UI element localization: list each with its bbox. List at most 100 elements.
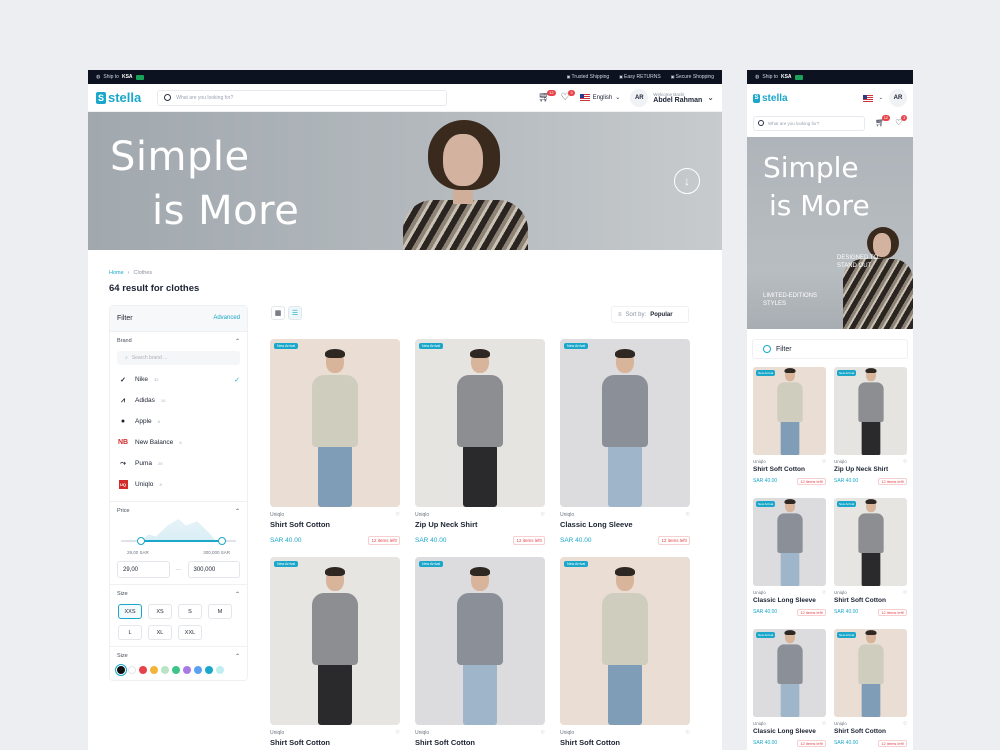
product-image[interactable]: New Arrival: [560, 339, 690, 507]
brand-option-puma[interactable]: ⤳ Puma 25: [117, 453, 240, 474]
language-selector[interactable]: English ⌄: [579, 94, 620, 101]
heart-icon[interactable]: ♡: [686, 512, 690, 518]
search-input[interactable]: What are you looking for?: [157, 89, 448, 106]
heart-icon[interactable]: ♡: [396, 730, 400, 736]
color-swatch[interactable]: [183, 666, 191, 674]
product-card[interactable]: New ArrivalUniqlo♡Shirt Soft CottonSAR 4…: [834, 629, 907, 750]
size-option[interactable]: XS: [148, 604, 172, 619]
brand-option-uniqlo[interactable]: UQ Uniqlo 8: [117, 474, 240, 495]
heart-icon[interactable]: ♡: [541, 512, 545, 518]
user-menu[interactable]: AR Welcome Back! Abdel Rahman ⌄: [630, 88, 714, 107]
product-card[interactable]: New ArrivalUniqlo♡Shirt Soft CottonSAR 4…: [415, 557, 545, 750]
heart-icon[interactable]: ♡: [903, 721, 907, 727]
product-name[interactable]: Zip Up Neck Shirt: [834, 466, 907, 473]
product-name[interactable]: Classic Long Sleeve: [753, 597, 826, 604]
size-option[interactable]: M: [208, 604, 232, 619]
product-card[interactable]: New Arrival Uniqlo ♡ Zip Up Neck Shirt SAR 4…: [834, 367, 907, 491]
logo[interactable]: S stella: [753, 93, 788, 104]
product-image[interactable]: New Arrival: [753, 367, 826, 455]
product-card[interactable]: New Arrival Uniqlo ♡ Zip Up Neck Shirt SAR 4…: [415, 339, 545, 547]
color-swatch[interactable]: [139, 666, 147, 674]
product-name[interactable]: Classic Long Sleeve: [560, 520, 690, 529]
product-name[interactable]: Classic Long Sleeve: [753, 728, 826, 735]
scroll-down-button[interactable]: ↓: [674, 168, 700, 194]
color-swatch[interactable]: [194, 666, 202, 674]
heart-icon[interactable]: ♡: [396, 512, 400, 518]
product-name[interactable]: Shirt Soft Cotton: [270, 520, 400, 529]
color-swatch[interactable]: [150, 666, 158, 674]
size-option[interactable]: XXL: [178, 625, 202, 640]
product-card[interactable]: New Arrival Uniqlo ♡ Classic Long Sleeve SAR…: [560, 339, 690, 547]
product-card[interactable]: New ArrivalUniqlo♡Shirt Soft CottonSAR 4…: [560, 557, 690, 750]
heart-icon[interactable]: ♡: [822, 459, 826, 465]
product-card[interactable]: New ArrivalUniqlo♡Shirt Soft CottonSAR 4…: [270, 557, 400, 750]
product-image[interactable]: New Arrival: [753, 498, 826, 586]
grid-view-icon[interactable]: ▦: [271, 306, 285, 320]
heart-icon[interactable]: ♡: [903, 459, 907, 465]
advanced-filter-link[interactable]: Advanced: [213, 315, 240, 322]
product-name[interactable]: Shirt Soft Cotton: [560, 738, 690, 747]
product-image[interactable]: New Arrival: [834, 367, 907, 455]
logo[interactable]: S stella: [96, 90, 141, 105]
product-image[interactable]: New Arrival: [834, 498, 907, 586]
mobile-filter-button[interactable]: Filter: [752, 339, 908, 359]
product-card[interactable]: New ArrivalUniqlo♡Shirt Soft CottonSAR 4…: [270, 339, 400, 547]
price-min-input[interactable]: 29,00: [117, 561, 170, 578]
product-name[interactable]: Shirt Soft Cotton: [415, 738, 545, 747]
heart-icon[interactable]: ♡: [822, 721, 826, 727]
avatar[interactable]: AR: [889, 89, 907, 107]
product-card[interactable]: New Arrival Uniqlo ♡ Classic Long Sleeve SAR…: [753, 629, 826, 750]
brand-option-adidas[interactable]: ⩘ Adidas 10: [117, 390, 240, 411]
product-name[interactable]: Shirt Soft Cotton: [270, 738, 400, 747]
product-card[interactable]: New ArrivalUniqlo♡Shirt Soft CottonSAR 4…: [753, 367, 826, 491]
size-option[interactable]: XL: [148, 625, 172, 640]
cart-icon[interactable]: 🛒︎ 12: [538, 89, 556, 103]
color-swatch[interactable]: [128, 666, 136, 674]
heart-icon[interactable]: ♡: [903, 590, 907, 596]
brand-option-new-balance[interactable]: NB New Balance 8: [117, 432, 240, 453]
price-range-slider[interactable]: [121, 519, 236, 547]
chevron-up-icon[interactable]: ⌃: [235, 508, 240, 515]
chevron-up-icon[interactable]: ⌃: [235, 591, 240, 598]
size-option[interactable]: L: [118, 625, 142, 640]
brand-search-input[interactable]: ⌕ Search brand ...: [117, 351, 240, 365]
size-option[interactable]: XXS: [118, 604, 142, 619]
product-name[interactable]: Shirt Soft Cotton: [834, 597, 907, 604]
product-card[interactable]: New Arrival Uniqlo ♡ Classic Long Sleeve SAR…: [753, 498, 826, 622]
search-input[interactable]: What are you looking for?: [753, 115, 865, 131]
color-swatch[interactable]: [216, 666, 224, 674]
product-image[interactable]: New Arrival: [560, 557, 690, 725]
color-swatch[interactable]: [205, 666, 213, 674]
product-image[interactable]: New Arrival: [753, 629, 826, 717]
color-swatch[interactable]: [115, 664, 127, 676]
wishlist-icon[interactable]: ♡ 3: [561, 89, 575, 103]
cart-icon[interactable]: 🛒︎ 12: [875, 115, 891, 128]
price-max-input[interactable]: 300,000: [187, 561, 240, 578]
heart-icon[interactable]: ♡: [541, 730, 545, 736]
size-option[interactable]: S: [178, 604, 202, 619]
color-swatch[interactable]: [172, 666, 180, 674]
product-name[interactable]: Shirt Soft Cotton: [834, 728, 907, 735]
color-swatch[interactable]: [161, 666, 169, 674]
list-view-icon[interactable]: ☰: [288, 306, 302, 320]
brand-option-apple[interactable]: ● Apple 8: [117, 411, 240, 432]
product-name[interactable]: Zip Up Neck Shirt: [415, 520, 545, 529]
product-image[interactable]: New Arrival: [270, 557, 400, 725]
chevron-up-icon[interactable]: ⌃: [235, 338, 240, 345]
product-image[interactable]: New Arrival: [415, 339, 545, 507]
breadcrumb-home[interactable]: Home: [109, 270, 124, 276]
product-image[interactable]: New Arrival: [834, 629, 907, 717]
heart-icon[interactable]: ♡: [686, 730, 690, 736]
chevron-up-icon[interactable]: ⌃: [235, 653, 240, 660]
product-card[interactable]: New ArrivalUniqlo♡Shirt Soft CottonSAR 4…: [834, 498, 907, 622]
product-image[interactable]: New Arrival: [415, 557, 545, 725]
brand-option-nike[interactable]: ✓ Nike 32 ✓: [117, 369, 240, 390]
price-max-handle[interactable]: [218, 537, 226, 545]
ship-to[interactable]: ◍ Ship to KSA: [755, 74, 803, 80]
product-image[interactable]: New Arrival: [270, 339, 400, 507]
ship-to[interactable]: ◍ Ship to KSA: [96, 74, 144, 80]
wishlist-icon[interactable]: ♡ 3: [895, 115, 908, 128]
price-min-handle[interactable]: [137, 537, 145, 545]
sort-dropdown[interactable]: ≡ Sort by: Popular: [611, 306, 689, 323]
heart-icon[interactable]: ♡: [822, 590, 826, 596]
